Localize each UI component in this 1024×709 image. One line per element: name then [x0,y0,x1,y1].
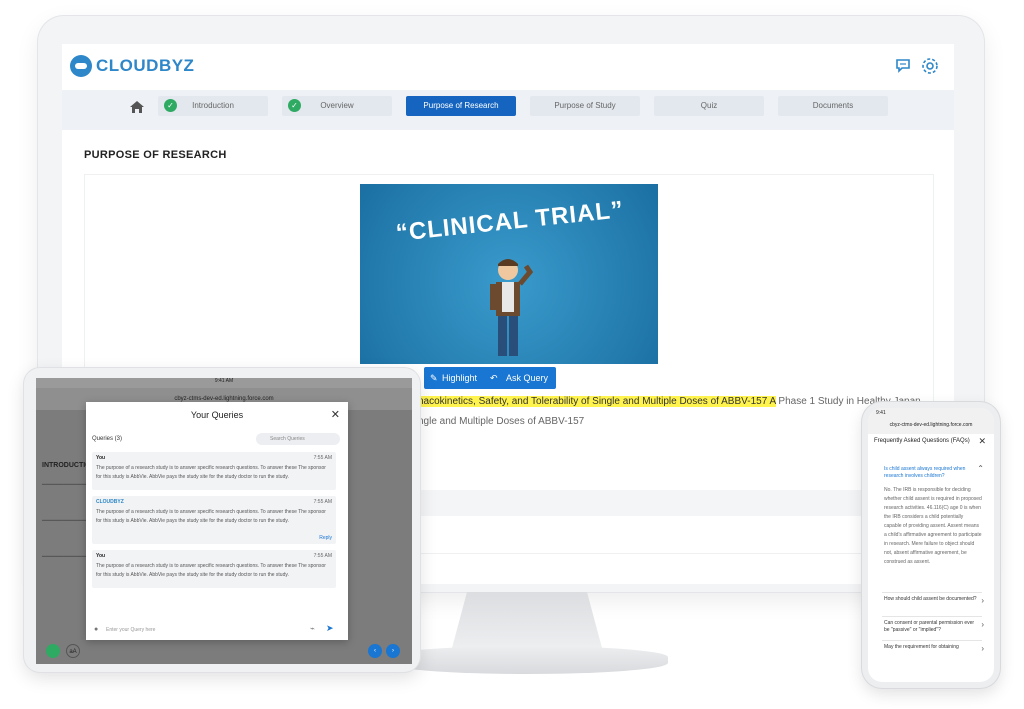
tab-overview[interactable]: ✓ Overview [282,96,392,116]
status-bar: 9:41 AM [36,378,412,388]
character-illustration [490,259,534,356]
highlight-button[interactable]: Highlight [442,367,477,389]
ask-query-button[interactable]: Ask Query [506,367,548,389]
faq-question[interactable]: Can consent or parental permission ever … [884,620,980,634]
study-subtitle-text: ngle and Multiple Doses of ABBV-157 [418,416,585,427]
video-thumbnail[interactable]: “CLINICAL TRIAL” [360,184,658,364]
highlighted-text[interactable]: nacokinetics, Safety, and Tolerability o… [418,396,776,407]
phone-screen: 9:41 cbyz-ctms-dev-ed.lightning.force.co… [868,408,994,682]
faq-question[interactable]: How should child assent be documented? [884,596,980,603]
page-title: PURPOSE OF RESEARCH [84,149,227,161]
next-arrow-icon[interactable]: › [386,644,400,658]
send-icon[interactable]: ➤ [326,623,334,634]
cloud-logo-icon [70,55,92,77]
bookmark-icon[interactable] [46,644,60,658]
query-item[interactable]: You 7:55 AM The purpose of a research st… [92,550,336,588]
chevron-right-icon[interactable]: › [981,596,984,605]
query-item[interactable]: CLOUDBYZ 7:55 AM The purpose of a resear… [92,496,336,544]
close-icon[interactable]: ✕ [978,436,986,447]
app-header: CLOUDBYZ [62,44,954,88]
divider [882,640,982,641]
tab-documents[interactable]: Documents [778,96,888,116]
divider [882,592,982,593]
query-input[interactable]: Enter your Query here [92,624,342,636]
modal-title: Your Queries [190,410,244,420]
tab-quiz[interactable]: Quiz [654,96,764,116]
reply-button[interactable]: Reply [319,535,332,541]
video-title: “CLINICAL TRIAL” [394,196,626,247]
tab-introduction[interactable]: ✓ Introduction [158,96,268,116]
step-navigation: ✓ Introduction ✓ Overview Purpose of Res… [62,90,954,130]
faq-question[interactable]: May the requirement for obtaining [884,644,980,651]
study-title-text[interactable]: nacokinetics, Safety, and Tolerability o… [418,396,921,407]
monitor-stand-base [386,646,668,674]
queries-modal: Your Queries ✕ Queries (3) Search Querie… [86,402,348,640]
home-icon[interactable] [128,98,146,116]
chevron-up-icon[interactable]: ⌃ [977,464,984,473]
font-size-icon[interactable]: aA [66,644,80,658]
previous-arrow-icon[interactable]: ‹ [368,644,382,658]
faq-answer: No. The IRB is responsible for deciding … [884,487,982,565]
url-bar[interactable]: cbyz-ctms-dev-ed.lightning.force.com [868,422,994,428]
query-item[interactable]: You 7:55 AM The purpose of a research st… [92,452,336,490]
reply-arrow-icon: ↶ [490,373,498,383]
monitor-stand [452,592,602,648]
check-icon: ✓ [164,99,177,112]
tab-purpose-of-research[interactable]: Purpose of Research [406,96,516,116]
divider [882,616,982,617]
chat-icon[interactable] [894,56,914,76]
faq-title: Frequently Asked Questions (FAQs) [874,438,970,444]
microphone-icon[interactable]: ● [94,626,98,633]
chevron-right-icon[interactable]: › [981,644,984,653]
query-count: Queries (3) [92,436,123,442]
selection-toolbar: ✎ Highlight ↶ Ask Query [424,367,556,389]
gear-icon[interactable] [920,56,940,76]
check-icon: ✓ [288,99,301,112]
faq-question-expanded[interactable]: Is child assent always required when res… [884,466,980,480]
status-bar: 9:41 cbyz-ctms-dev-ed.lightning.force.co… [868,408,994,434]
close-icon[interactable]: ✕ [331,408,340,421]
chevron-right-icon[interactable]: › [981,620,984,629]
tab-purpose-of-study[interactable]: Purpose of Study [530,96,640,116]
search-input[interactable]: Search Queries [256,433,340,445]
brand-logo-text: CLOUDBYZ [96,56,195,75]
pencil-icon: ✎ [430,373,438,383]
attachment-icon[interactable]: ⌁ [310,624,315,633]
